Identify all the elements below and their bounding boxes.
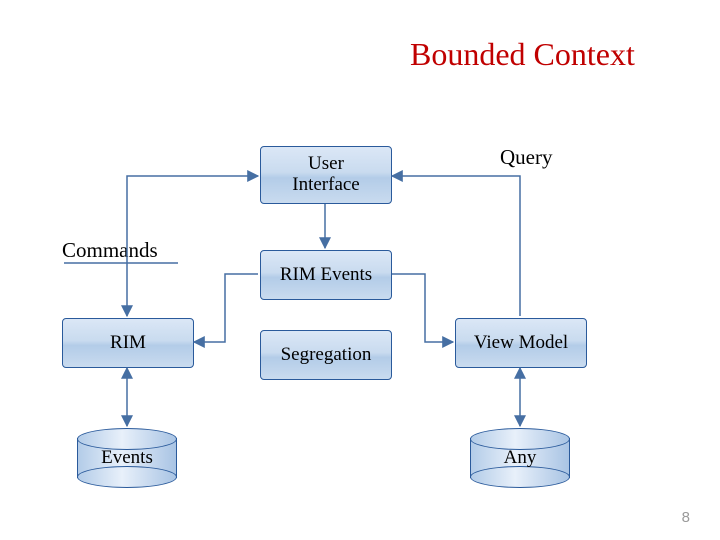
page-number: 8 xyxy=(682,509,690,526)
page-title: Bounded Context xyxy=(410,36,635,73)
cylinder-any: Any xyxy=(470,428,570,488)
box-rim-events: RIM Events xyxy=(260,250,392,300)
box-view-model: View Model xyxy=(455,318,587,368)
box-rim-events-label: RIM Events xyxy=(280,265,372,286)
box-view-model-label: View Model xyxy=(474,333,568,354)
cylinder-events-label: Events xyxy=(77,447,177,469)
box-rim: RIM xyxy=(62,318,194,368)
label-commands: Commands xyxy=(62,238,158,263)
box-user-interface-label: User Interface xyxy=(292,154,360,196)
cylinder-events: Events xyxy=(77,428,177,488)
box-segregation-label: Segregation xyxy=(281,345,372,366)
box-rim-label: RIM xyxy=(110,333,146,354)
box-segregation: Segregation xyxy=(260,330,392,380)
cylinder-any-label: Any xyxy=(470,447,570,469)
box-user-interface: User Interface xyxy=(260,146,392,204)
diagram-stage: Bounded Context Query Commands User Inte… xyxy=(0,0,720,540)
label-query: Query xyxy=(500,145,552,170)
